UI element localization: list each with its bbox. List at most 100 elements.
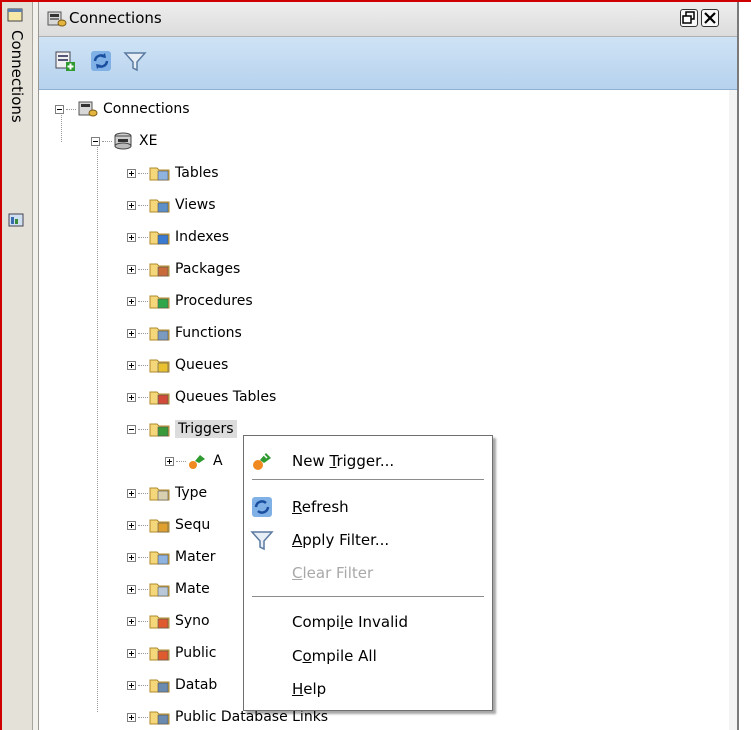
procedures-folder-icon [149, 295, 170, 309]
tree-node[interactable]: Indexes [127, 226, 229, 248]
tree-connector [138, 236, 148, 238]
queues-tables-folder-icon [149, 391, 170, 405]
expand-icon[interactable] [127, 616, 136, 626]
menu-separator [252, 479, 484, 480]
expand-icon[interactable] [127, 200, 136, 210]
tree-connector [138, 524, 148, 526]
tree-node[interactable]: Syno [127, 610, 210, 632]
menu-item-apply-filter[interactable]: Apply Filter... [244, 526, 492, 554]
tree-node-label: Tables [175, 165, 219, 181]
tree-node-label: Mater [175, 549, 216, 565]
tables-folder-icon [149, 167, 170, 181]
menu-item-label: Refresh [292, 498, 349, 516]
tree-connector [138, 620, 148, 622]
expand-icon[interactable] [127, 488, 136, 498]
menu-item-new-trigger[interactable]: New Trigger... [244, 447, 492, 475]
tree-node-label: Queues Tables [175, 389, 277, 405]
tree-connector [138, 652, 148, 654]
tree-node[interactable]: Views [127, 194, 216, 216]
views-folder-icon [149, 199, 170, 213]
dock-window-icon[interactable] [7, 8, 23, 22]
tree-node-label: Sequ [175, 517, 211, 533]
scroll-edge [729, 90, 737, 730]
new-connection-icon[interactable] [53, 49, 77, 73]
tree-connector [138, 716, 148, 718]
tree-connector [102, 140, 112, 142]
tree-node-label: Mate [175, 581, 210, 597]
connections-icon [78, 101, 98, 117]
expand-icon[interactable] [127, 584, 136, 594]
tree-node[interactable]: A [165, 450, 223, 472]
menu-item-label: Compile All [292, 647, 377, 665]
close-panel-button[interactable] [701, 9, 719, 27]
tree-connector [138, 332, 148, 334]
tree-node[interactable]: Functions [127, 322, 242, 344]
collapse-icon[interactable] [55, 104, 64, 114]
indexes-folder-icon [149, 231, 170, 245]
menu-item-compile-all[interactable]: Compile All [244, 642, 492, 670]
panel-title: Connections [69, 9, 162, 27]
expand-icon[interactable] [127, 360, 136, 370]
collapse-icon[interactable] [91, 136, 100, 146]
expand-icon[interactable] [127, 552, 136, 562]
public-database-links-folder-icon [149, 711, 170, 725]
tree-node[interactable]: Mater [127, 546, 216, 568]
dock-reports-icon[interactable] [8, 212, 24, 228]
tree-connector [138, 492, 148, 494]
connections-title-icon [47, 11, 67, 27]
tree-node-label: Syno [175, 613, 210, 629]
menu-item-label: Compile Invalid [292, 613, 408, 631]
materialized-view-logs-folder-icon [149, 583, 170, 597]
tree-node[interactable]: Queues Tables [127, 386, 276, 408]
tree-node[interactable]: Procedures [127, 290, 253, 312]
tree-node-label: Packages [175, 261, 241, 277]
menu-item-compile-invalid[interactable]: Compile Invalid [244, 608, 492, 636]
tree-node[interactable]: Sequ [127, 514, 210, 536]
tree-connector [66, 108, 76, 110]
menu-item-refresh[interactable]: Refresh [244, 493, 492, 521]
expand-icon[interactable] [127, 392, 136, 402]
tree-connector [138, 268, 148, 270]
expand-icon[interactable] [127, 680, 136, 690]
expand-icon[interactable] [127, 264, 136, 274]
float-window-button[interactable] [680, 9, 698, 27]
tree-node[interactable]: Datab [127, 674, 217, 696]
expand-icon[interactable] [127, 232, 136, 242]
expand-icon[interactable] [127, 328, 136, 338]
panel-titlebar: Connections [39, 2, 737, 37]
menu-item-clear-filter: Clear Filter [244, 559, 492, 587]
tree-node[interactable]: Type [127, 482, 207, 504]
dock-tab-connections[interactable]: Connections [8, 30, 28, 160]
tree-node-label: Public [175, 645, 217, 661]
tree-node-xe[interactable]: XE [91, 130, 157, 152]
expand-icon[interactable] [127, 296, 136, 306]
expand-icon[interactable] [127, 168, 136, 178]
functions-folder-icon [149, 327, 170, 341]
tree-node-label: Public Database Links [175, 709, 329, 725]
expand-icon[interactable] [127, 520, 136, 530]
tree-node[interactable]: Tables [127, 162, 219, 184]
filter-icon[interactable] [123, 49, 147, 73]
menu-item-help[interactable]: Help [244, 675, 492, 703]
tree-node[interactable]: Triggers [127, 418, 237, 440]
refresh-icon[interactable] [89, 49, 113, 73]
expand-icon[interactable] [127, 712, 136, 722]
expand-icon[interactable] [165, 456, 174, 466]
tree-node-root[interactable]: Connections [55, 98, 190, 120]
tree-node[interactable]: Queues [127, 354, 228, 376]
menu-item-label: Apply Filter... [292, 531, 390, 549]
minimized-dock: Connections [2, 2, 33, 730]
expand-icon[interactable] [127, 648, 136, 658]
tree-node[interactable]: Mate [127, 578, 210, 600]
tree-node[interactable]: Public [127, 642, 216, 664]
public-synonyms-folder-icon [149, 647, 170, 661]
collapse-icon[interactable] [127, 424, 136, 434]
panel-toolbar [39, 37, 737, 90]
packages-folder-icon [149, 263, 170, 277]
tree-connector [138, 684, 148, 686]
tree-connector [138, 364, 148, 366]
filter-icon [250, 531, 274, 551]
tree-node[interactable]: Packages [127, 258, 240, 280]
tree-connector [176, 460, 186, 462]
new-trigger-icon [253, 453, 271, 470]
